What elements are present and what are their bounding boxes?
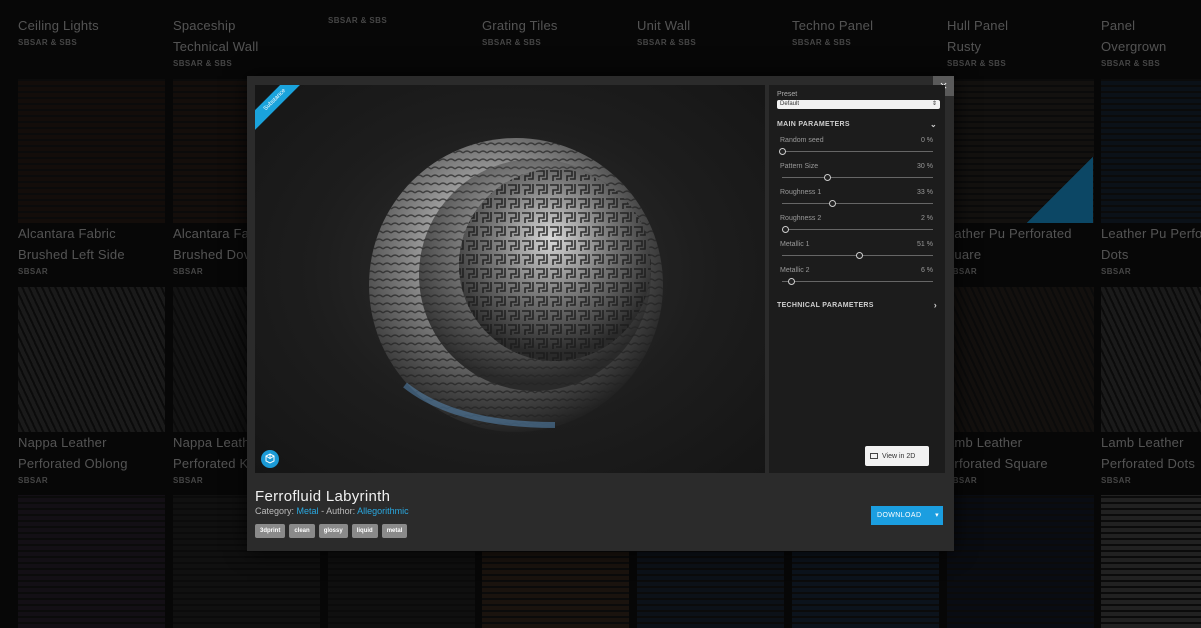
slider-handle[interactable] — [828, 200, 836, 207]
parameter-slider: Roughness 2 2 % — [777, 215, 937, 241]
parameter-slider: Metallic 2 6 % — [777, 267, 937, 293]
slider-handle[interactable] — [824, 174, 832, 181]
slider-handle[interactable] — [779, 148, 786, 155]
slider-track[interactable] — [782, 151, 933, 152]
main-parameters-header[interactable]: MAIN PARAMETERS ⌄ — [777, 120, 937, 129]
select-arrows-icon: ⇕ — [931, 101, 937, 107]
tag-chip[interactable]: glossy — [318, 524, 348, 538]
chevron-right-icon: › — [933, 300, 937, 310]
3d-viewer[interactable]: Substance — [255, 85, 765, 473]
slider-handle[interactable] — [788, 278, 796, 285]
category-link[interactable]: Metal — [297, 506, 319, 516]
preset-label: Preset — [777, 91, 798, 98]
parameter-value: 6 % — [920, 267, 933, 274]
tag-chip[interactable]: liquid — [351, 524, 378, 538]
technical-parameters-header[interactable]: TECHNICAL PARAMETERS › — [777, 300, 937, 310]
parameter-value: 0 % — [920, 137, 933, 144]
material-preview-modal: × Substance — [247, 76, 954, 551]
parameter-slider: Random seed 0 % — [777, 137, 937, 163]
parameter-label: Roughness 2 — [780, 215, 822, 222]
tag-list: 3dprint clean glossy liquid metal — [255, 524, 408, 538]
parameter-label: Metallic 1 — [780, 241, 810, 248]
parameter-value: 30 % — [917, 163, 933, 170]
slider-handle[interactable] — [856, 252, 863, 259]
preset-value: Default — [780, 101, 800, 107]
parameter-slider: Roughness 1 33 % — [777, 189, 937, 215]
download-button[interactable]: DOWNLOAD ▾ — [871, 506, 943, 525]
preset-select[interactable]: Default ⇕ — [777, 100, 940, 109]
parameter-label: Metallic 2 — [780, 267, 810, 274]
technical-parameters-label: TECHNICAL PARAMETERS — [777, 301, 874, 309]
chevron-down-icon: ⌄ — [929, 120, 937, 129]
view-in-2d-button[interactable]: View in 2D — [865, 446, 929, 466]
slider-track[interactable] — [782, 203, 933, 204]
parameter-value: 51 % — [917, 241, 933, 248]
slider-track[interactable] — [782, 177, 933, 178]
image-icon — [870, 453, 878, 459]
parameter-label: Roughness 1 — [780, 189, 822, 196]
main-parameters-label: MAIN PARAMETERS — [777, 121, 850, 128]
material-sphere-preview — [369, 138, 663, 432]
parameter-slider: Pattern Size 30 % — [777, 163, 937, 189]
parameter-label: Random seed — [780, 137, 824, 144]
material-title: Ferrofluid Labyrinth — [255, 488, 391, 505]
material-meta: Category: Metal - Author: Allegorithmic — [255, 506, 409, 516]
parameter-slider: Metallic 1 51 % — [777, 241, 937, 267]
slider-track[interactable] — [782, 281, 933, 282]
parameters-panel: Preset Default ⇕ MAIN PARAMETERS ⌄ Rando… — [769, 85, 945, 473]
tag-chip[interactable]: 3dprint — [255, 524, 286, 538]
download-label: DOWNLOAD — [877, 512, 922, 519]
category-label: Category: — [255, 506, 295, 516]
caret-down-icon[interactable]: ▾ — [935, 506, 939, 525]
parameter-list: Random seed 0 % Pattern Size 30 % Roughness … — [777, 137, 937, 293]
view-in-2d-label: View in 2D — [882, 452, 916, 460]
tag-chip[interactable]: clean — [289, 524, 315, 538]
parameter-label: Pattern Size — [780, 163, 819, 170]
parameter-value: 33 % — [917, 189, 933, 196]
author-link[interactable]: Allegorithmic — [357, 506, 409, 516]
author-label: - Author: — [321, 506, 356, 516]
tag-chip[interactable]: metal — [381, 524, 408, 538]
slider-handle[interactable] — [782, 226, 790, 233]
parameter-value: 2 % — [920, 215, 933, 222]
slider-track[interactable] — [782, 229, 933, 230]
3d-view-toggle-icon[interactable] — [261, 450, 279, 468]
